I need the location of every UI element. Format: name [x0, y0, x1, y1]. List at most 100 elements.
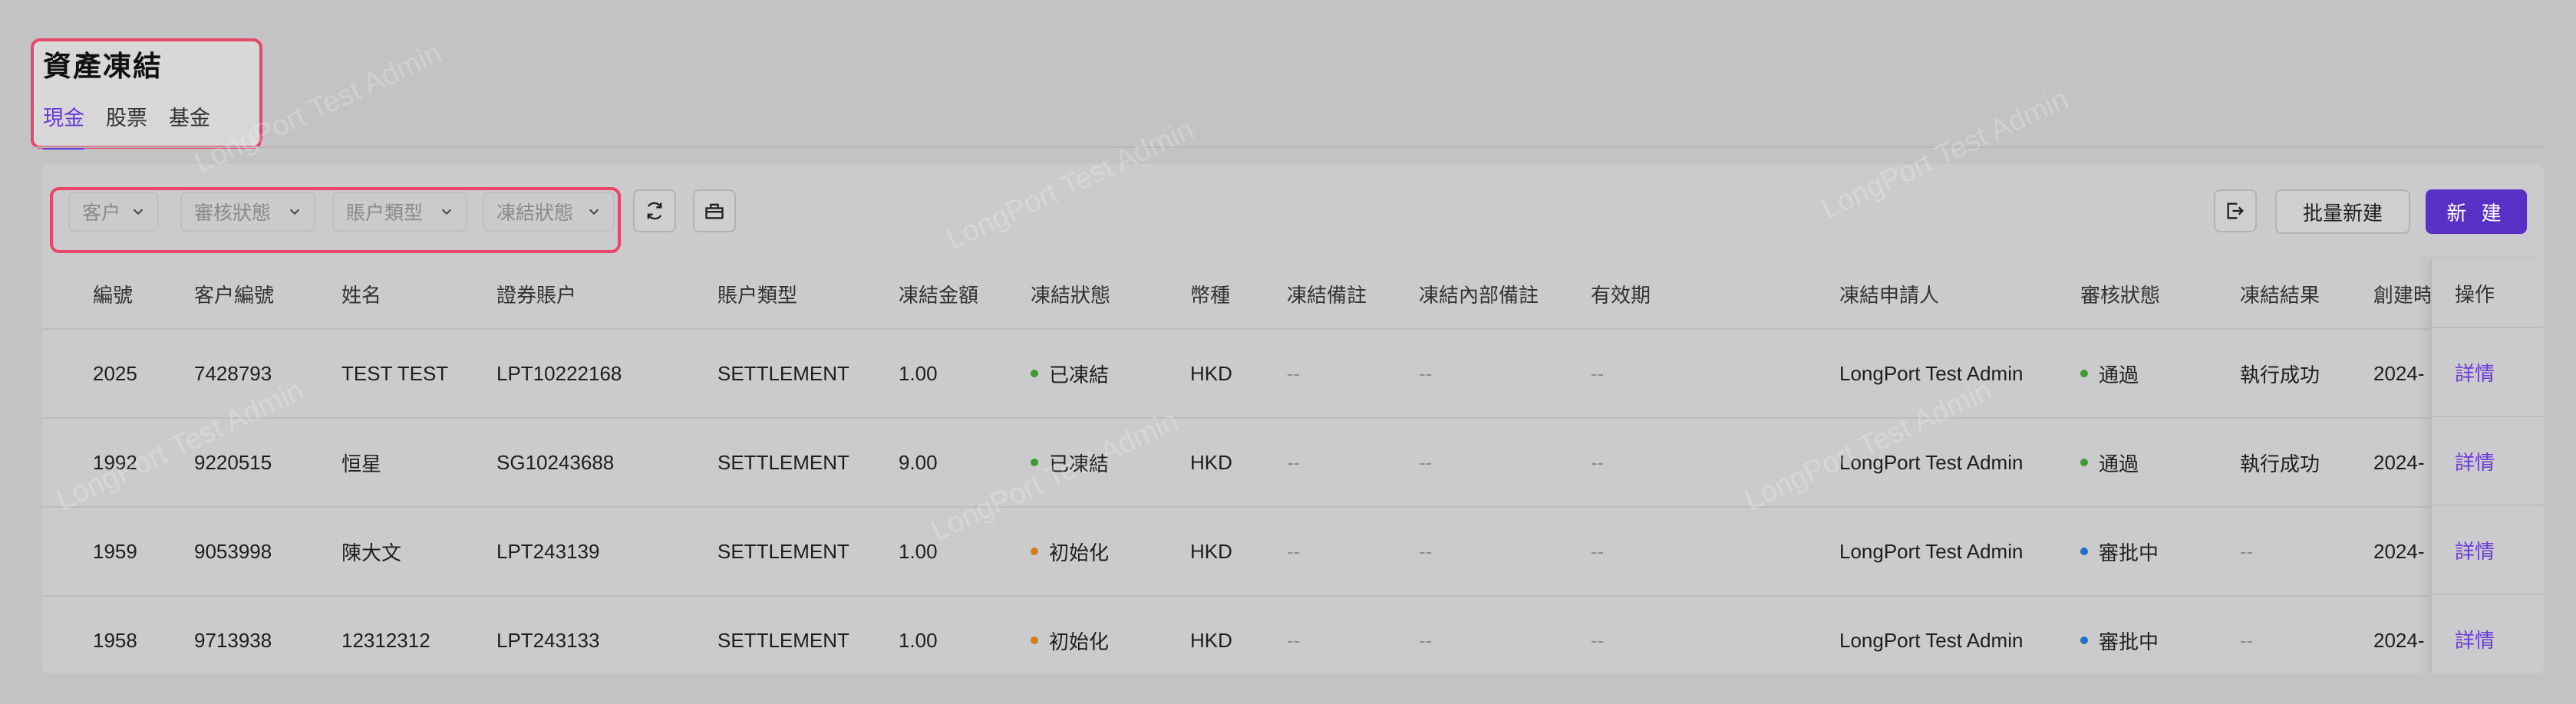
cell-name: TEST TEST — [341, 361, 449, 385]
chevron-down-icon — [441, 209, 452, 215]
cell-account: LPT10222168 — [496, 361, 622, 385]
header-divider — [31, 146, 2545, 148]
cell-name: 陳大文 — [341, 541, 402, 564]
basket-button[interactable] — [693, 189, 736, 232]
cell-id: 2025 — [93, 361, 137, 385]
cell-amount: 1.00 — [899, 628, 938, 652]
col-name: 姓名 — [341, 259, 381, 328]
cell-freeze-status: 初始化 — [1031, 597, 1109, 673]
action-cell: 詳情 — [2432, 595, 2544, 673]
cell-result: -- — [2240, 539, 2254, 563]
col-remark: 凍結備註 — [1287, 259, 1367, 328]
cell-internal-remark: -- — [1419, 539, 1433, 563]
cell-account-type: SETTLEMENT — [717, 361, 849, 385]
main-card: 客户 審核狀態 賬户類型 凍結狀態 批量新建 新 建 編號 客户編號 姓名 證券… — [42, 164, 2544, 673]
export-button[interactable] — [2214, 189, 2257, 232]
cell-account: LPT243133 — [496, 628, 600, 652]
review-status-text: 審批中 — [2099, 541, 2159, 564]
cell-client-no: 9220515 — [194, 450, 272, 474]
tab-funds[interactable]: 基金 — [169, 101, 210, 150]
cell-account: SG10243688 — [496, 450, 615, 474]
col-amount: 凍結金額 — [899, 259, 978, 328]
cell-internal-remark: -- — [1419, 450, 1433, 474]
cell-result: -- — [2240, 628, 2254, 652]
cell-result: 執行成功 — [2240, 363, 2320, 387]
chevron-down-icon — [289, 209, 300, 215]
action-column: 操作 詳情 詳情 詳情 詳情 — [2430, 259, 2544, 673]
table-row: 2025 7428793 TEST TEST LPT10222168 SETTL… — [42, 330, 2544, 419]
col-action: 操作 — [2432, 259, 2544, 328]
review-status-text: 通過 — [2099, 363, 2139, 387]
status-dot — [2080, 637, 2088, 644]
col-client-no: 客户編號 — [194, 259, 274, 328]
status-dot — [1031, 370, 1038, 377]
batch-new-button[interactable]: 批量新建 — [2275, 189, 2410, 234]
filter-freeze-status[interactable]: 凍結狀態 — [483, 192, 615, 232]
refresh-button[interactable] — [633, 189, 676, 232]
col-result: 凍結結果 — [2240, 259, 2320, 328]
col-validity: 有效期 — [1591, 259, 1651, 328]
review-status-text: 通過 — [2099, 452, 2139, 475]
cell-remark: -- — [1287, 539, 1301, 563]
cell-freeze-status: 初始化 — [1031, 508, 1109, 595]
filter-account-type[interactable]: 賬户類型 — [332, 192, 467, 232]
cell-validity: -- — [1591, 361, 1605, 385]
cell-applicant: LongPort Test Admin — [1839, 450, 2024, 474]
action-cell: 詳情 — [2432, 328, 2544, 417]
cell-name: 恒星 — [341, 452, 382, 475]
filter-account-type-label: 賬户類型 — [346, 202, 424, 224]
export-icon — [2227, 202, 2244, 219]
status-dot — [2080, 370, 2088, 377]
cell-account-type: SETTLEMENT — [717, 450, 849, 474]
cell-name: 12312312 — [341, 628, 430, 652]
cell-currency: HKD — [1190, 539, 1232, 563]
cell-applicant: LongPort Test Admin — [1839, 361, 2024, 385]
cell-freeze-status: 已凍結 — [1031, 419, 1109, 506]
status-dot — [1031, 548, 1038, 555]
cell-currency: HKD — [1190, 628, 1232, 652]
filter-client[interactable]: 客户 — [68, 192, 159, 232]
chevron-down-icon — [589, 209, 599, 215]
cell-currency: HKD — [1190, 361, 1232, 385]
details-link[interactable]: 詳情 — [2455, 358, 2495, 387]
action-cell: 詳情 — [2432, 506, 2544, 595]
table-row: 1958 9713938 12312312 LPT243133 SETTLEME… — [42, 597, 2544, 673]
col-created: 創建時 — [2373, 259, 2430, 328]
cell-amount: 1.00 — [899, 361, 938, 385]
cell-id: 1959 — [93, 539, 137, 563]
status-dot — [2080, 459, 2088, 466]
details-link[interactable]: 詳情 — [2455, 536, 2495, 564]
cell-amount: 9.00 — [899, 450, 938, 474]
freeze-status-text: 已凍結 — [1049, 452, 1110, 475]
action-cell: 詳情 — [2432, 417, 2544, 506]
chevron-down-icon — [133, 209, 143, 215]
cell-internal-remark: -- — [1419, 361, 1433, 385]
details-link[interactable]: 詳情 — [2455, 447, 2495, 475]
cell-freeze-status: 已凍結 — [1031, 330, 1109, 417]
col-id: 編號 — [93, 283, 134, 307]
new-button[interactable]: 新 建 — [2426, 189, 2527, 234]
cell-id: 1958 — [93, 628, 137, 652]
filter-review-status[interactable]: 審核狀態 — [180, 192, 315, 232]
review-status-text: 審批中 — [2099, 630, 2159, 653]
basket-icon — [705, 203, 724, 219]
cell-account: LPT243139 — [496, 539, 600, 563]
tab-stocks[interactable]: 股票 — [106, 101, 147, 150]
cell-client-no: 7428793 — [194, 361, 272, 385]
freeze-table: 編號 客户編號 姓名 證券賬户 賬户類型 凍結金額 凍結狀態 幣種 凍結備註 凍… — [42, 259, 2544, 673]
cell-applicant: LongPort Test Admin — [1839, 628, 2024, 652]
freeze-status-text: 初始化 — [1049, 630, 1110, 653]
details-link[interactable]: 詳情 — [2455, 625, 2495, 653]
col-currency: 幣種 — [1190, 259, 1230, 328]
table-row: 1992 9220515 恒星 SG10243688 SETTLEMENT 9.… — [42, 419, 2544, 508]
table-row: 1959 9053998 陳大文 LPT243139 SETTLEMENT 1.… — [42, 508, 2544, 597]
tab-cash[interactable]: 現金 — [43, 101, 84, 150]
cell-review-status: 審批中 — [2080, 597, 2159, 673]
col-account: 證券賬户 — [496, 259, 576, 328]
col-applicant: 凍結申請人 — [1839, 259, 1939, 328]
cell-account-type: SETTLEMENT — [717, 539, 849, 563]
tab-bar: 現金 股票 基金 — [43, 101, 210, 150]
status-dot — [2080, 548, 2088, 555]
filter-client-label: 客户 — [82, 202, 121, 224]
page-title: 資產凍結 — [43, 51, 163, 82]
